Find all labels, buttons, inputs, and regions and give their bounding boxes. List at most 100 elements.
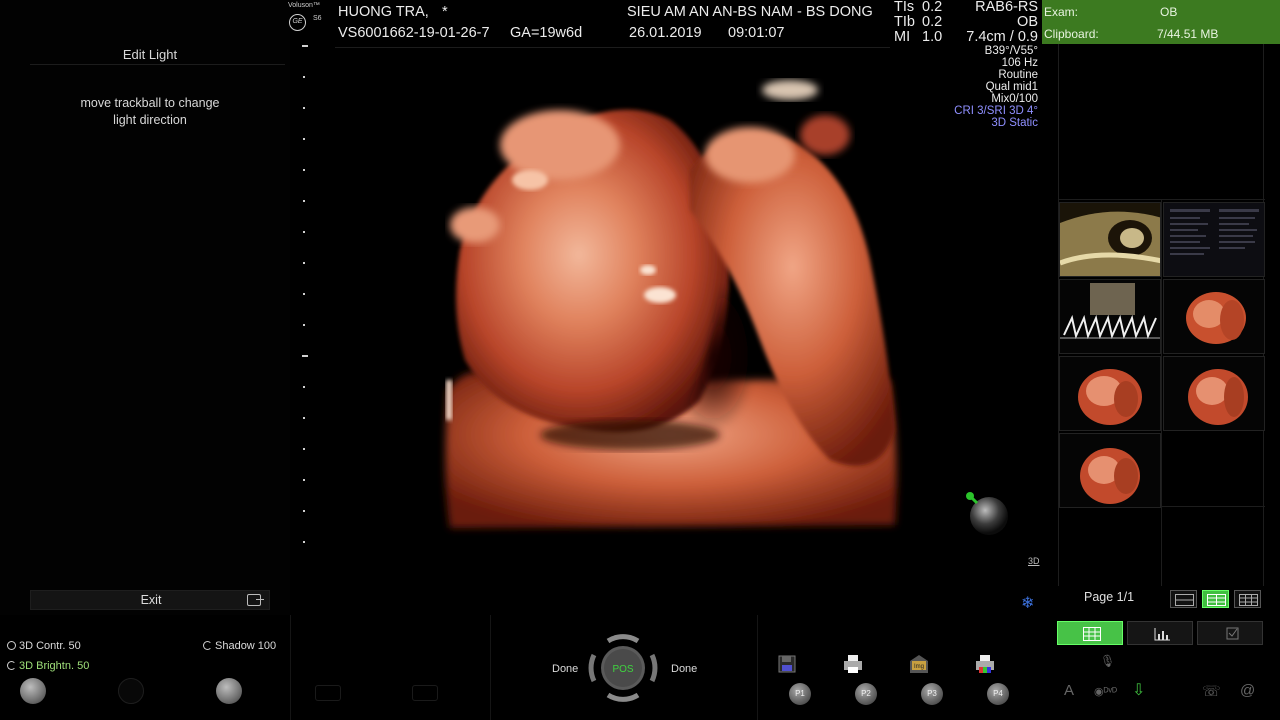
contrast-knob[interactable] — [20, 678, 46, 704]
system-icons: 🎙 A ◉ᴰᵛᴰ ⇩ ☏ @ — [1042, 650, 1280, 720]
layout-grid-button[interactable] — [1202, 590, 1229, 608]
gestational-age: GA=19w6d — [510, 25, 583, 41]
mi-value: 1.0 — [922, 29, 943, 45]
probe-name: RAB6-RS — [975, 0, 1038, 15]
p1-button[interactable]: P1 — [789, 683, 811, 705]
ge-logo-icon: GE — [289, 14, 306, 31]
report-button[interactable] — [1197, 621, 1263, 645]
tis-label: TIs — [894, 0, 915, 15]
grid-line — [1161, 199, 1162, 586]
shadow-label: Shadow 100 — [215, 640, 277, 652]
checkbox-icon — [1226, 627, 1239, 640]
color-printer-icon — [976, 655, 994, 673]
depth-tick — [303, 293, 305, 295]
logo-model: S6 — [313, 15, 322, 22]
depth-tick — [303, 138, 305, 140]
rotate-icon — [7, 661, 16, 670]
phone-icon[interactable]: ☏ — [1202, 682, 1221, 700]
patient-name: HUONG TRA, — [338, 4, 429, 20]
3d-render-viewport[interactable] — [330, 60, 1030, 560]
clipboard-value: 7/44.51 MB — [1157, 27, 1219, 41]
done-left-label[interactable]: Done — [552, 663, 578, 675]
clipboard-thumbnails — [1058, 44, 1265, 586]
snowflake-icon[interactable]: ❄ — [1021, 593, 1034, 613]
trackball-controls: Done POS Done — [492, 615, 757, 720]
exam-value: OB — [1160, 5, 1178, 19]
layout-single-button[interactable] — [1170, 590, 1197, 608]
depth-tick — [303, 76, 305, 78]
clipboard-label: Clipboard: — [1044, 27, 1099, 41]
annotation-icon[interactable]: A — [1064, 682, 1074, 699]
exit-button-label: Exit — [140, 593, 162, 607]
depth-tick — [303, 541, 305, 543]
network-icon[interactable]: ⇩ — [1132, 680, 1145, 700]
thumbnail-3d-render[interactable] — [1163, 279, 1265, 354]
email-icon[interactable]: @ — [1240, 682, 1255, 699]
depth-tick — [303, 169, 305, 171]
depth-tick — [302, 45, 308, 47]
depth-tick — [302, 355, 308, 357]
depth-scale — [300, 40, 312, 550]
thumbnail-3d-render[interactable] — [1059, 356, 1161, 431]
edit-light-instructions: move trackball to change light direction — [80, 96, 220, 127]
brightness-control[interactable]: 3D Brightn. 50 — [7, 660, 89, 672]
institution-name: SIEU AM AN AN-BS NAM - BS DONG — [627, 4, 873, 20]
save-icon — [778, 655, 796, 673]
ge-voluson-logo: Voluson™ GE S6 — [285, 2, 325, 32]
thumbnail-3d-render[interactable] — [1059, 433, 1161, 508]
depth-tick — [303, 386, 305, 388]
p4-button[interactable]: P4 — [987, 683, 1009, 705]
depth-tick — [303, 262, 305, 264]
trackball-pos-label: POS — [612, 664, 633, 675]
thumbnail-3d-render[interactable] — [1163, 356, 1265, 431]
depth-tick — [303, 479, 305, 481]
application: OB — [1017, 14, 1038, 30]
panel-divider — [30, 64, 285, 65]
thumbnail-2d-image[interactable] — [1059, 202, 1161, 277]
tis-value: 0.2 — [922, 0, 943, 15]
inactive-knob — [118, 678, 144, 704]
contrast-label: 3D Contr. 50 — [19, 640, 81, 652]
tib-label: TIb — [894, 14, 915, 30]
depth-tick — [303, 448, 305, 450]
inactive-button — [412, 685, 438, 701]
exit-icon — [247, 594, 264, 606]
thumbnail-doppler[interactable] — [1059, 279, 1161, 354]
p2-button[interactable]: P2 — [855, 683, 877, 705]
thumbnail-report[interactable] — [1163, 202, 1265, 277]
mi-label: MI — [894, 29, 911, 45]
layout-grid-icon — [1207, 594, 1226, 606]
depth-tick — [303, 324, 305, 326]
dvd-icon[interactable]: ◉ᴰᵛᴰ — [1094, 685, 1117, 698]
light-source-icon[interactable] — [962, 488, 1012, 538]
logo-brand: Voluson™ — [288, 2, 320, 9]
exam-time: 09:01:07 — [728, 25, 785, 41]
contrast-control[interactable]: 3D Contr. 50 — [7, 640, 81, 652]
patient-id: VS6001662-19-01-26-7 — [338, 25, 490, 41]
panel-divider — [490, 615, 491, 720]
worksheet-button[interactable] — [1057, 621, 1123, 645]
exit-button[interactable]: Exit — [30, 590, 270, 610]
header-divider — [335, 47, 890, 48]
depth-tick — [303, 417, 305, 419]
graph-button[interactable] — [1127, 621, 1193, 645]
right-panel: Exam: OB Clipboard: 7/44.51 MB Page 1/1 … — [1042, 0, 1280, 720]
shadow-knob[interactable] — [216, 678, 242, 704]
rotate-icon — [203, 641, 212, 650]
shadow-control[interactable]: Shadow 100 — [203, 640, 276, 652]
trackball-icon[interactable]: POS — [588, 633, 658, 703]
layout-dense-icon — [1239, 594, 1258, 606]
inactive-button — [315, 685, 341, 701]
done-right-label[interactable]: Done — [671, 663, 697, 675]
depth-frequency: 7.4cm / 0.9 — [966, 29, 1038, 45]
printer-icon — [844, 655, 862, 673]
bottom-left-controls: 3D Contr. 50 Shadow 100 3D Brightn. 50 — [0, 615, 290, 720]
microphone-icon[interactable]: 🎙 — [1100, 654, 1115, 668]
p3-button[interactable]: P3 — [921, 683, 943, 705]
layout-single-icon — [1175, 594, 1194, 606]
layout-dense-button[interactable] — [1234, 590, 1261, 608]
worksheet-icon — [1083, 627, 1101, 641]
edit-light-title: Edit Light — [122, 47, 178, 62]
page-indicator: Page 1/1 — [1084, 590, 1135, 604]
fetal-3d-render — [445, 80, 897, 528]
